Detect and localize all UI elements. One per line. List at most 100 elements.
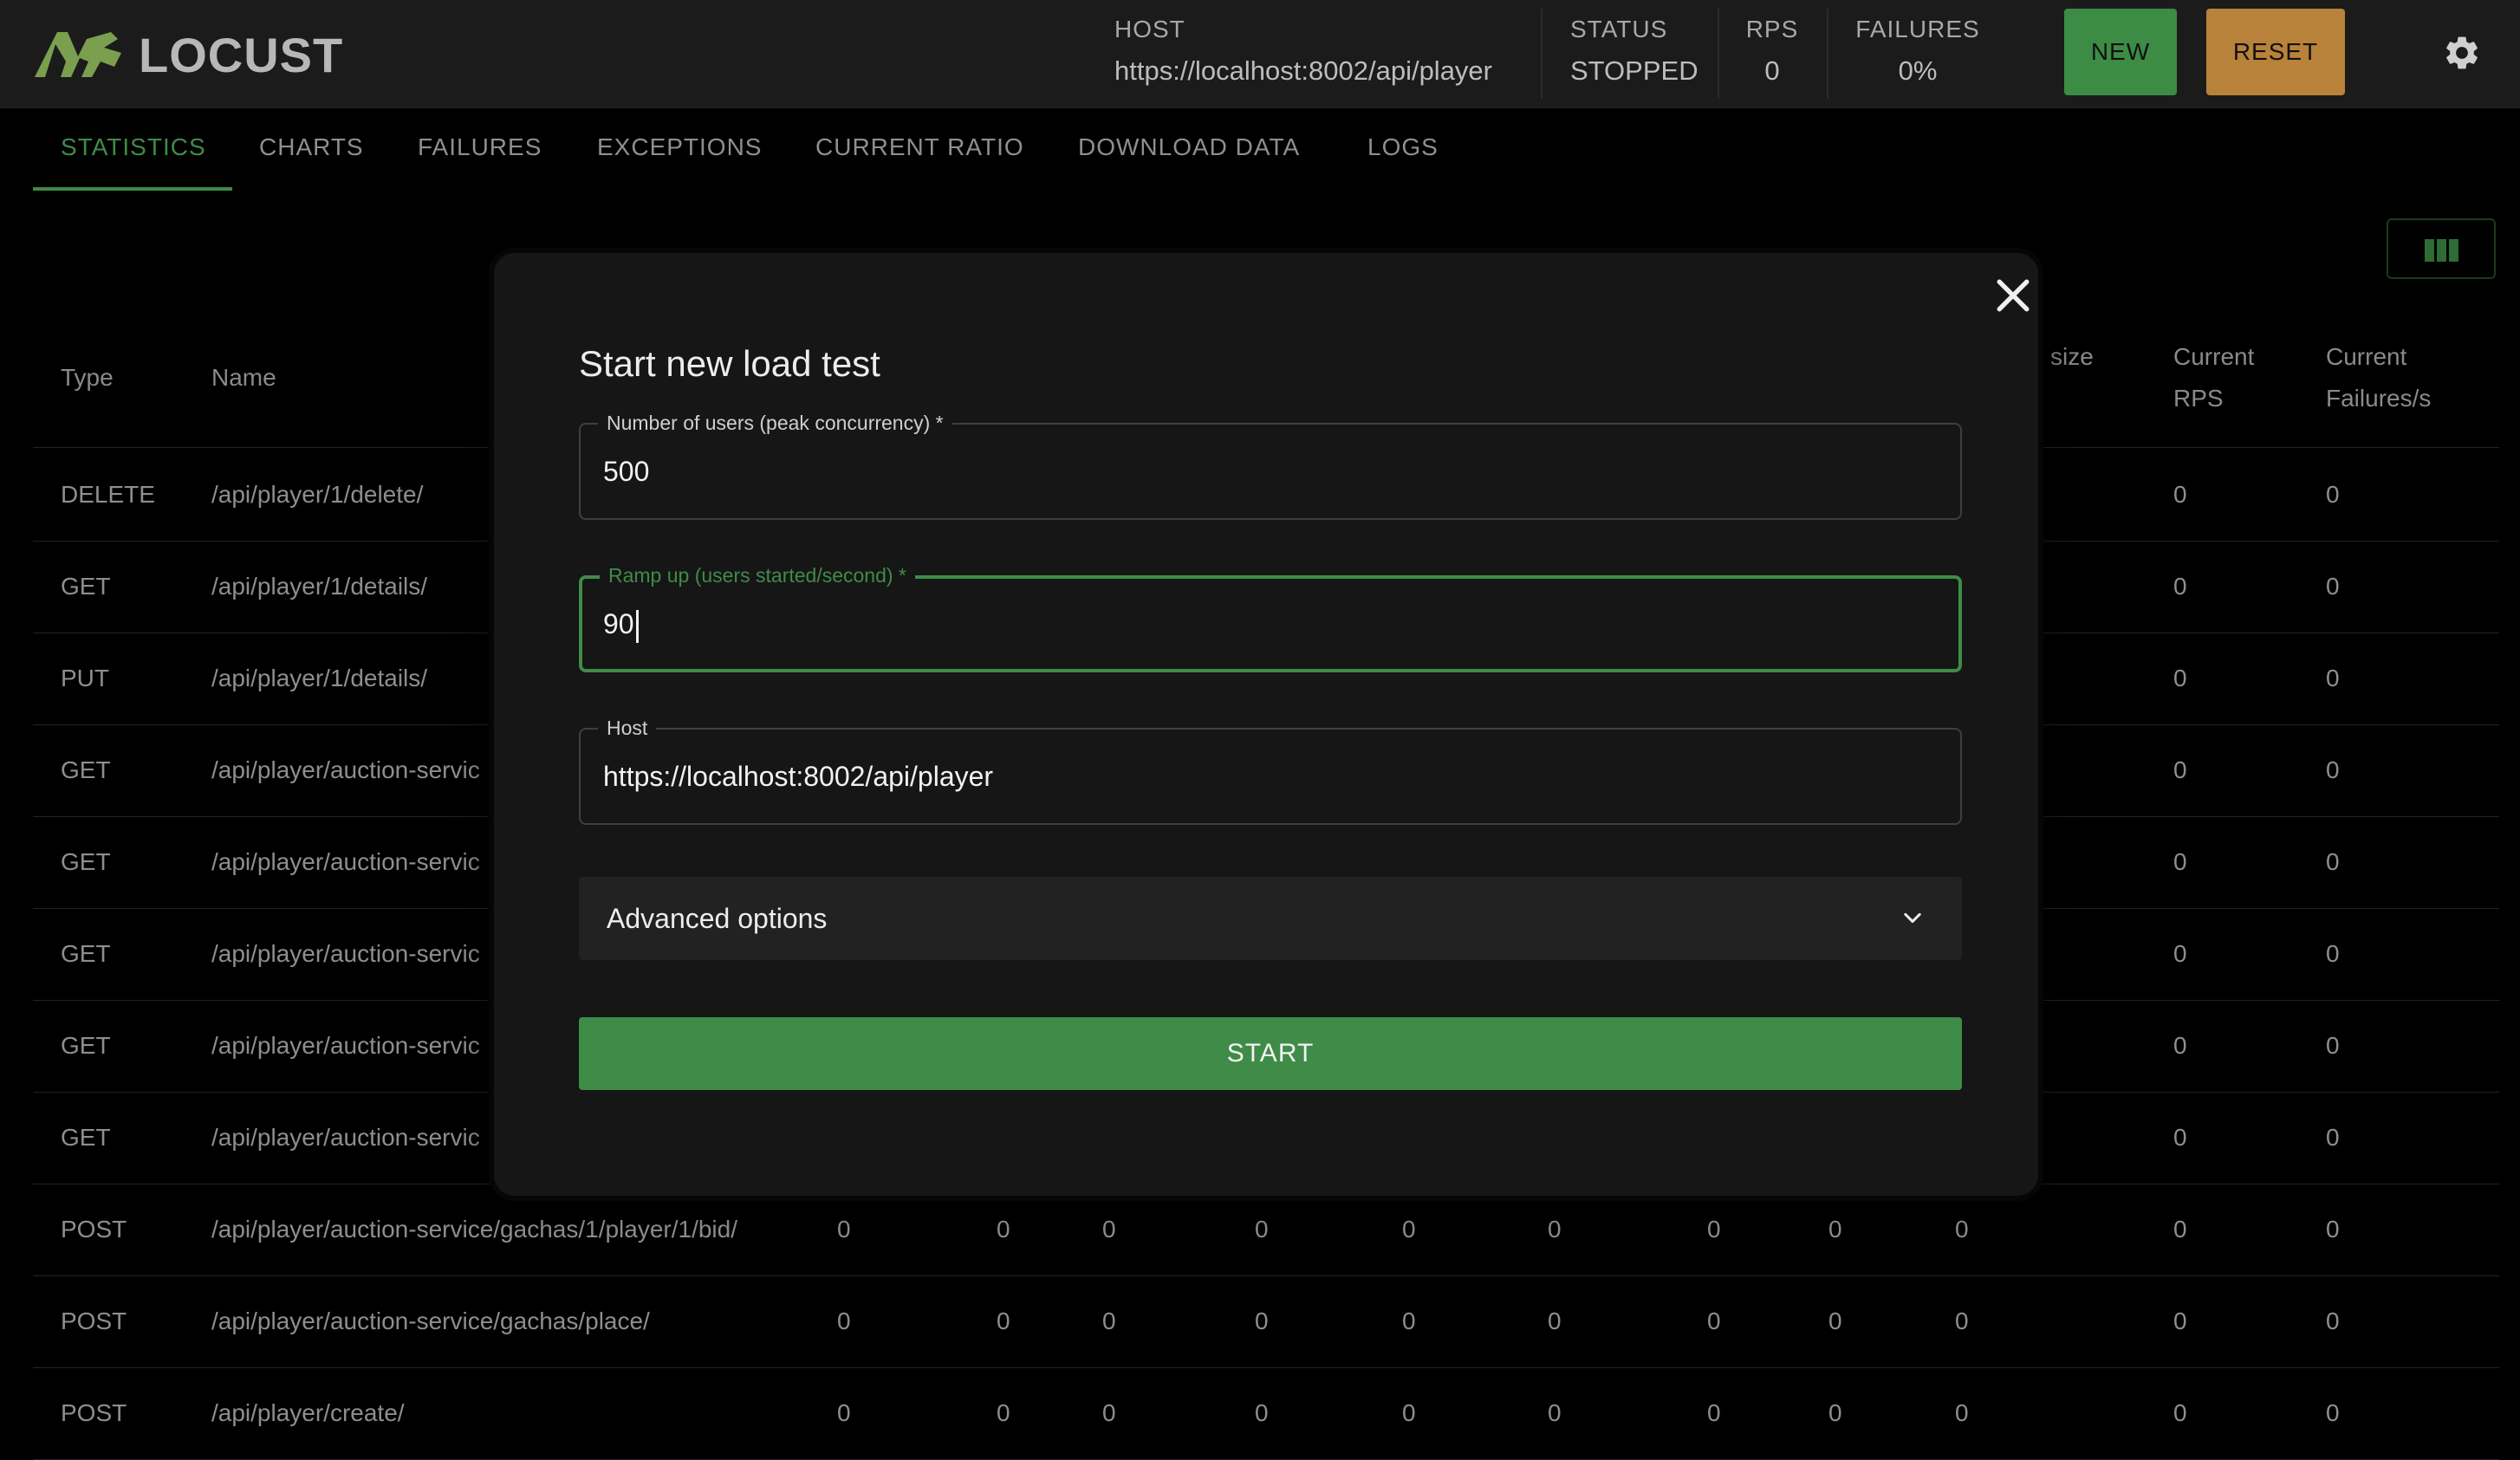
cell-current-rps: 0 xyxy=(2173,481,2187,508)
failures-value: 0% xyxy=(1898,55,1938,86)
cell-value: 0 xyxy=(837,1308,851,1334)
cell-current-rps: 0 xyxy=(2173,756,2187,783)
divider xyxy=(1718,9,1719,99)
tab-failures[interactable]: FAILURES xyxy=(418,133,542,161)
cell-name: /api/player/auction-servic xyxy=(211,1124,480,1151)
cell-current-rps: 0 xyxy=(2173,1308,2187,1334)
new-button[interactable]: NEW xyxy=(2064,9,2177,95)
header-current-rps-line2: RPS xyxy=(2173,385,2224,412)
dialog-title: Start new load test xyxy=(579,343,880,384)
cell-current-failures: 0 xyxy=(2326,1308,2340,1334)
cell-value: 0 xyxy=(1255,1399,1269,1426)
ramp-up-field[interactable]: Ramp up (users started/second) * 90 xyxy=(579,564,1962,672)
cell-value: 0 xyxy=(997,1308,1010,1334)
columns-button[interactable] xyxy=(2387,218,2496,279)
cell-current-failures: 0 xyxy=(2326,665,2340,691)
cell-value: 0 xyxy=(837,1399,851,1426)
tab-logs[interactable]: LOGS xyxy=(1367,133,1439,161)
cell-value: 0 xyxy=(1548,1399,1562,1426)
failures-label: FAILURES xyxy=(1855,16,1980,42)
divider xyxy=(1541,9,1543,99)
header-current-failures-line1: Current xyxy=(2326,343,2407,370)
failures-stat: FAILURES 0% xyxy=(1854,16,1981,87)
host-stat: HOST https://localhost:8002/api/player xyxy=(1114,16,1492,87)
table-row: POST/api/player/create/0 0 0 0 0 0 0 0 0 0 0 xyxy=(33,1367,2499,1460)
host-field[interactable]: Host xyxy=(579,717,1962,825)
header-current-rps-line1: Current xyxy=(2173,343,2255,370)
cell-current-failures: 0 xyxy=(2326,1216,2340,1243)
cell-name: /api/player/1/details/ xyxy=(211,665,428,691)
host-input[interactable] xyxy=(603,730,1920,823)
tab-statistics[interactable]: STATISTICS xyxy=(61,133,206,161)
cell-current-failures: 0 xyxy=(2326,1399,2340,1426)
header-name: Name xyxy=(211,364,276,391)
ramp-up-input[interactable]: 90 xyxy=(603,577,1920,671)
cell-current-failures: 0 xyxy=(2326,573,2340,600)
tab-exceptions[interactable]: EXCEPTIONS xyxy=(597,133,762,161)
cell-value: 0 xyxy=(1828,1399,1842,1426)
cell-value: 0 xyxy=(997,1399,1010,1426)
cell-current-failures: 0 xyxy=(2326,756,2340,783)
status-label: STATUS xyxy=(1570,16,1668,42)
active-tab-indicator xyxy=(33,187,232,191)
divider xyxy=(1827,9,1828,99)
cell-current-rps: 0 xyxy=(2173,1032,2187,1059)
cell-type: GET xyxy=(61,940,111,967)
host-value: https://localhost:8002/api/player xyxy=(1114,55,1492,86)
cell-type: DELETE xyxy=(61,481,155,508)
tab-download-data[interactable]: DOWNLOAD DATA xyxy=(1078,133,1300,161)
cell-type: GET xyxy=(61,848,111,875)
cell-current-rps: 0 xyxy=(2173,1399,2187,1426)
header-size: size xyxy=(2050,343,2094,370)
cell-current-rps: 0 xyxy=(2173,1124,2187,1151)
users-input[interactable] xyxy=(603,425,1920,518)
app-name: LOCUST xyxy=(139,27,344,82)
settings-gear-icon[interactable] xyxy=(2442,33,2482,73)
cell-type: PUT xyxy=(61,665,109,691)
header-type: Type xyxy=(61,364,114,391)
cell-value: 0 xyxy=(1102,1399,1116,1426)
cell-name: /api/player/auction-servic xyxy=(211,756,480,783)
cell-type: GET xyxy=(61,756,111,783)
cell-current-rps: 0 xyxy=(2173,665,2187,691)
cell-name: /api/player/auction-servic xyxy=(211,940,480,967)
cell-current-failures: 0 xyxy=(2326,481,2340,508)
advanced-options-accordion[interactable]: Advanced options xyxy=(579,877,1962,960)
users-field[interactable]: Number of users (peak concurrency) * xyxy=(579,412,1962,520)
cell-current-rps: 0 xyxy=(2173,940,2187,967)
cell-current-rps: 0 xyxy=(2173,1216,2187,1243)
columns-icon xyxy=(2425,239,2458,262)
reset-button[interactable]: RESET xyxy=(2206,9,2345,95)
chevron-down-icon xyxy=(1904,912,1921,924)
cell-value: 0 xyxy=(1255,1308,1269,1334)
close-icon[interactable] xyxy=(1990,272,2036,319)
cell-name: /api/player/create/ xyxy=(211,1399,405,1426)
cell-type: POST xyxy=(61,1308,127,1334)
rps-value: 0 xyxy=(1764,55,1780,86)
cell-type: GET xyxy=(61,1032,111,1059)
start-load-test-dialog: Start new load test Number of users (pea… xyxy=(489,248,2043,1201)
ramp-up-value: 90 xyxy=(603,608,634,639)
locust-logo-icon xyxy=(35,32,121,77)
rps-label: RPS xyxy=(1745,16,1799,42)
tab-current-ratio[interactable]: CURRENT RATIO xyxy=(815,133,1024,161)
cell-value: 0 xyxy=(1402,1308,1416,1334)
cell-current-rps: 0 xyxy=(2173,848,2187,875)
cell-name: /api/player/1/delete/ xyxy=(211,481,424,508)
tab-charts[interactable]: CHARTS xyxy=(259,133,364,161)
cell-value: 0 xyxy=(1955,1308,1969,1334)
cell-name: /api/player/1/details/ xyxy=(211,573,428,600)
cell-value: 0 xyxy=(1707,1399,1721,1426)
cell-type: POST xyxy=(61,1399,127,1426)
cell-name: /api/player/auction-servic xyxy=(211,1032,480,1059)
table-row: POST/api/player/auction-service/gachas/p… xyxy=(33,1275,2499,1368)
cell-current-failures: 0 xyxy=(2326,848,2340,875)
top-bar: LOCUST HOST https://localhost:8002/api/p… xyxy=(0,0,2520,108)
cell-current-failures: 0 xyxy=(2326,1032,2340,1059)
cell-value: 0 xyxy=(1548,1308,1562,1334)
start-button[interactable]: START xyxy=(579,1017,1962,1090)
status-stat: STATUS STOPPED xyxy=(1570,16,1698,87)
status-value: STOPPED xyxy=(1570,55,1698,86)
cell-value: 0 xyxy=(1828,1308,1842,1334)
cell-type: GET xyxy=(61,1124,111,1151)
